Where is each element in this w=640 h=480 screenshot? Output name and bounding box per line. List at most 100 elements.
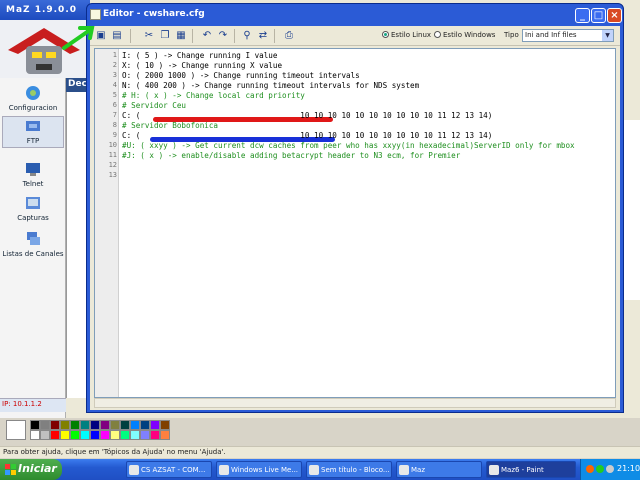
color-swatch[interactable]: [60, 420, 70, 430]
radio-dot-icon: [382, 31, 389, 38]
copy-icon[interactable]: ❐: [158, 29, 172, 42]
toolbar-separator: [274, 29, 275, 43]
code-line: C: ( 10 10 10 10 10 10 10 10 10 10 11 12…: [122, 111, 493, 120]
sidebar-item-label: Telnet: [22, 180, 44, 188]
minimize-button[interactable]: _: [575, 8, 590, 23]
editor-title: Editor - cwshare.cfg: [103, 9, 205, 19]
editor-body: ▣ ▤ ✂ ❐ ▦ ↶ ↷ ⚲ ⇄ ⎙ Estilo Linux Estilo …: [90, 26, 620, 410]
color-swatch[interactable]: [150, 430, 160, 440]
close-button[interactable]: ×: [607, 8, 622, 23]
sidebar-item-ftp[interactable]: FTP: [2, 116, 64, 148]
color-swatch[interactable]: [140, 420, 150, 430]
radio-dot-icon: [434, 31, 441, 38]
capture-icon: [26, 197, 40, 209]
replace-icon[interactable]: ⇄: [256, 29, 270, 42]
app-icon: [489, 465, 499, 475]
undo-icon[interactable]: ↶: [200, 29, 214, 42]
chevron-down-icon[interactable]: ▼: [602, 30, 613, 41]
color-swatch[interactable]: [90, 420, 100, 430]
app-icon: [219, 465, 229, 475]
line-number: 12: [108, 161, 117, 169]
color-swatch[interactable]: [140, 430, 150, 440]
color-swatch[interactable]: [70, 420, 80, 430]
line-number: 9: [112, 131, 117, 139]
taskbar-item[interactable]: Maz: [396, 461, 482, 478]
line-number: 7: [112, 111, 117, 119]
color-swatch[interactable]: [40, 420, 50, 430]
paint-color-palette: [6, 420, 176, 444]
clock: 21:10: [617, 464, 640, 473]
color-swatch[interactable]: [110, 420, 120, 430]
sidebar-item-label: Listas de Canales: [2, 250, 64, 258]
color-swatch[interactable]: [70, 430, 80, 440]
color-swatch[interactable]: [100, 430, 110, 440]
color-swatch[interactable]: [80, 420, 90, 430]
ip-label: IP: 10.1.1.2: [2, 400, 42, 408]
color-swatch[interactable]: [130, 420, 140, 430]
print-icon[interactable]: ⎙: [282, 29, 296, 42]
code-editor[interactable]: 1 2 3 4 5 6 7 8 9 10 11 12 13 I: ( 5 ) -> Change run…: [94, 48, 616, 398]
app-icon: [129, 465, 139, 475]
sidebar-item-label: FTP: [26, 137, 40, 145]
taskbar-item[interactable]: CS AZSAT - COM...: [126, 461, 212, 478]
radio-estilo-windows[interactable]: Estilo Windows: [434, 31, 495, 39]
tipo-select[interactable]: Ini and Inf files ▼: [522, 29, 614, 42]
green-arrow-annotation: [62, 26, 95, 50]
taskbar-item-active[interactable]: Maz6 - Paint: [486, 461, 576, 478]
line-number: 5: [112, 91, 117, 99]
radio-estilo-linux[interactable]: Estilo Linux: [382, 31, 431, 39]
tray-icon[interactable]: [586, 465, 594, 473]
color-swatch[interactable]: [120, 430, 130, 440]
sidebar-item-capturas[interactable]: Capturas: [2, 194, 64, 222]
code-line: #J: ( x ) -> enable/disable adding betac…: [122, 151, 461, 160]
color-swatch[interactable]: [50, 420, 60, 430]
sidebar-item-configuracion[interactable]: Configuracion: [2, 84, 64, 112]
line-number: 10: [108, 141, 117, 149]
cut-icon[interactable]: ✂: [142, 29, 156, 42]
background-panel-header: Dec: [66, 78, 88, 92]
code-line: O: ( 2000 1000 ) -> Change running timeo…: [122, 71, 360, 80]
code-line: N: ( 400 200 ) -> Change running timeout…: [122, 81, 420, 90]
taskbar: Iniciar CS AZSAT - COM... Windows Live M…: [0, 459, 640, 480]
code-line: I: ( 5 ) -> Change running I value: [122, 51, 278, 60]
sidebar: Configuracion FTP Telnet Capturas Listas…: [0, 78, 66, 418]
sidebar-item-listas-de-canales[interactable]: Listas de Canales: [2, 230, 64, 258]
sidebar-item-telnet[interactable]: Telnet: [2, 160, 64, 188]
start-button[interactable]: Iniciar: [0, 459, 62, 480]
tray-icon[interactable]: [596, 465, 604, 473]
color-swatch[interactable]: [40, 430, 50, 440]
system-tray: 21:10: [580, 459, 640, 480]
line-number: 8: [112, 121, 117, 129]
windows-flag-icon: [5, 464, 16, 475]
color-swatch[interactable]: [30, 430, 40, 440]
tipo-select-value: Ini and Inf files: [525, 31, 577, 39]
paste-icon[interactable]: ▦: [174, 29, 188, 42]
color-swatch[interactable]: [160, 420, 170, 430]
horizontal-scrollbar[interactable]: [94, 398, 616, 408]
redo-icon[interactable]: ↷: [216, 29, 230, 42]
app-icon: [399, 465, 409, 475]
color-swatch[interactable]: [30, 420, 40, 430]
save-as-icon[interactable]: ▤: [110, 29, 124, 42]
current-color-box[interactable]: [6, 420, 26, 440]
ftp-icon: [26, 121, 40, 131]
color-swatch[interactable]: [160, 430, 170, 440]
telnet-icon: [26, 163, 40, 176]
code-line: C: ( 10 10 10 10 10 10 10 10 10 10 11 12…: [122, 131, 493, 140]
color-swatch[interactable]: [150, 420, 160, 430]
color-swatch[interactable]: [80, 430, 90, 440]
color-swatch[interactable]: [130, 430, 140, 440]
find-icon[interactable]: ⚲: [240, 29, 254, 42]
color-swatch[interactable]: [120, 420, 130, 430]
taskbar-item[interactable]: Sem título - Bloco...: [306, 461, 392, 478]
tray-icon[interactable]: [606, 465, 614, 473]
maximize-button[interactable]: □: [591, 8, 606, 23]
color-swatch[interactable]: [110, 430, 120, 440]
color-swatch[interactable]: [60, 430, 70, 440]
taskbar-item[interactable]: Windows Live Me...: [216, 461, 302, 478]
line-number: 4: [112, 81, 117, 89]
color-swatch[interactable]: [90, 430, 100, 440]
color-swatch[interactable]: [100, 420, 110, 430]
code-line: # Servidor Bobofonica: [122, 121, 219, 130]
color-swatch[interactable]: [50, 430, 60, 440]
